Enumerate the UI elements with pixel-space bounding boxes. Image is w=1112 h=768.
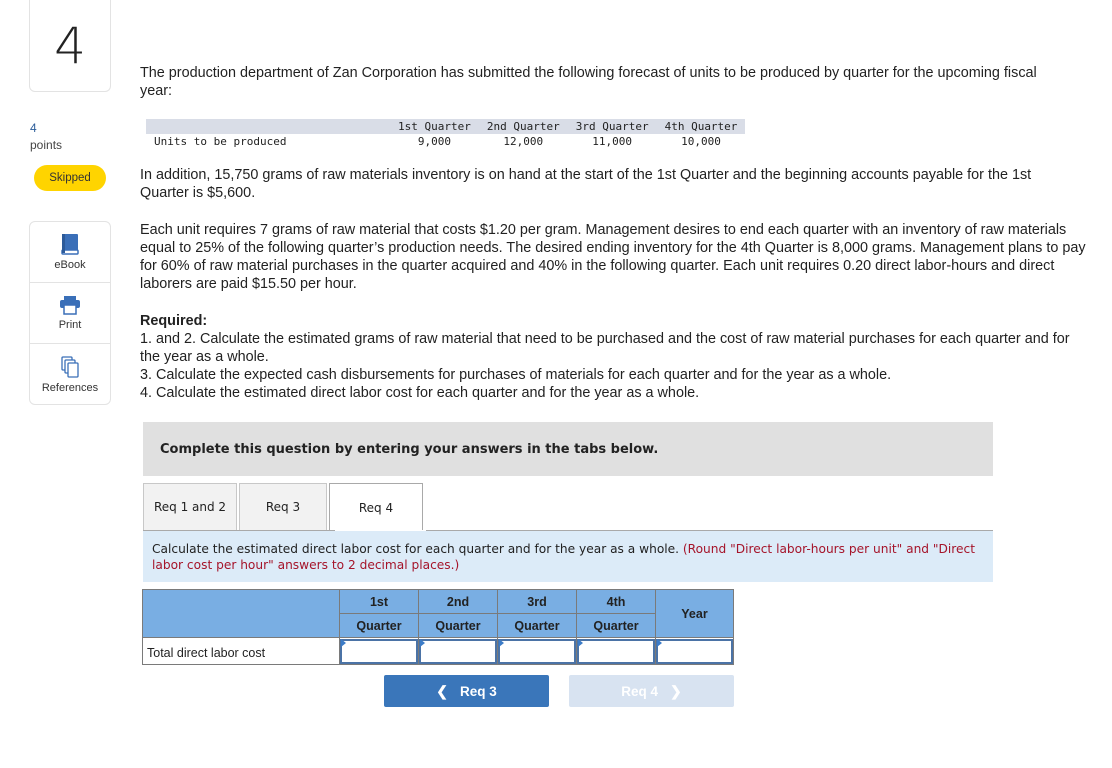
status-badge: Skipped xyxy=(34,165,106,191)
table-row: Total direct labor cost xyxy=(142,637,734,665)
units-q3: 11,000 xyxy=(592,135,633,148)
input-q1-direct-labor-cost[interactable] xyxy=(340,638,418,664)
next-req-label: Req 4 xyxy=(621,683,659,699)
instruction-text: Calculate the estimated direct labor cos… xyxy=(152,542,680,556)
units-q4: 10,000 xyxy=(681,135,721,148)
references-button[interactable]: References xyxy=(30,344,110,404)
units-table: 1st Quarter 2nd Quarter 3rd Quarter 4th … xyxy=(146,119,746,149)
header-q4-bottom: Quarter xyxy=(576,613,656,638)
units-q1: 9,000 xyxy=(417,135,451,148)
header-q3-top: 3rd xyxy=(497,589,577,614)
input-q4-direct-labor-cost[interactable] xyxy=(577,638,655,664)
prev-req-button[interactable]: ❮ Req 3 xyxy=(384,675,549,707)
tab-instruction: Calculate the estimated direct labor cos… xyxy=(143,531,993,582)
units-header-q2: 2nd Quarter xyxy=(478,119,568,134)
required-section: Required: 1. and 2. Calculate the estima… xyxy=(140,312,1080,402)
required-item-1: 1. and 2. Calculate the estimated grams … xyxy=(140,331,1070,365)
row-label-total-direct-labor-cost: Total direct labor cost xyxy=(142,637,340,665)
units-header-blank xyxy=(146,119,390,134)
chevron-left-icon: ❮ xyxy=(436,682,448,699)
problem-intro: The production department of Zan Corpora… xyxy=(140,65,1037,99)
chevron-right-icon: ❯ xyxy=(670,682,682,699)
header-q3-bottom: Quarter xyxy=(497,613,577,638)
required-title: Required: xyxy=(140,313,208,329)
print-label: Print xyxy=(58,319,82,331)
points-value: 4 xyxy=(30,121,37,135)
book-icon xyxy=(60,233,80,255)
units-header-q4: 4th Quarter xyxy=(656,119,746,134)
header-blank xyxy=(142,589,340,638)
references-label: References xyxy=(41,381,99,394)
ebook-button[interactable]: eBook xyxy=(30,222,110,283)
units-header-q3: 3rd Quarter xyxy=(567,119,657,134)
next-req-button[interactable]: Req 4 ❯ xyxy=(569,675,734,707)
table-row: Units to be produced 9,000 12,000 11,000… xyxy=(146,134,745,149)
header-q4-top: 4th xyxy=(576,589,656,614)
header-year: Year xyxy=(655,589,734,638)
tab-req-1-and-2[interactable]: Req 1 and 2 xyxy=(143,483,237,530)
tab-req-3[interactable]: Req 3 xyxy=(239,483,327,530)
instructions-banner: Complete this question by entering your … xyxy=(143,422,993,476)
header-q2-top: 2nd xyxy=(418,589,498,614)
input-q3-direct-labor-cost[interactable] xyxy=(498,638,576,664)
header-q1-bottom: Quarter xyxy=(339,613,419,638)
tab-bar: Req 1 and 2 Req 3 Req 4 xyxy=(143,483,425,531)
required-item-3: 4. Calculate the estimated direct labor … xyxy=(140,385,700,401)
units-q2: 12,000 xyxy=(503,135,544,148)
question-number: 4 xyxy=(29,0,111,92)
header-q2-bottom: Quarter xyxy=(418,613,498,638)
input-year-direct-labor-cost[interactable] xyxy=(656,638,733,664)
problem-paragraph-3: Each unit requires 7 grams of raw materi… xyxy=(140,222,1086,292)
tools-panel: eBook Print References xyxy=(29,221,111,405)
tab-req-4[interactable]: Req 4 xyxy=(329,483,423,531)
prev-req-label: Req 3 xyxy=(459,683,497,699)
ebook-label: eBook xyxy=(54,259,86,271)
answer-table: 1st 2nd 3rd 4th Year Quarter Quarter Qua… xyxy=(142,589,734,665)
units-row-label: Units to be produced xyxy=(154,135,287,148)
printer-icon xyxy=(59,295,81,315)
print-button[interactable]: Print xyxy=(30,283,110,344)
required-item-2: 3. Calculate the expected cash disbursem… xyxy=(140,367,892,383)
header-q1-top: 1st xyxy=(339,589,419,614)
references-icon xyxy=(60,355,80,378)
units-header-q1: 1st Quarter xyxy=(390,119,479,134)
input-q2-direct-labor-cost[interactable] xyxy=(419,638,497,664)
problem-paragraph-2: In addition, 15,750 grams of raw materia… xyxy=(140,167,1032,201)
points-label: points xyxy=(30,138,63,152)
